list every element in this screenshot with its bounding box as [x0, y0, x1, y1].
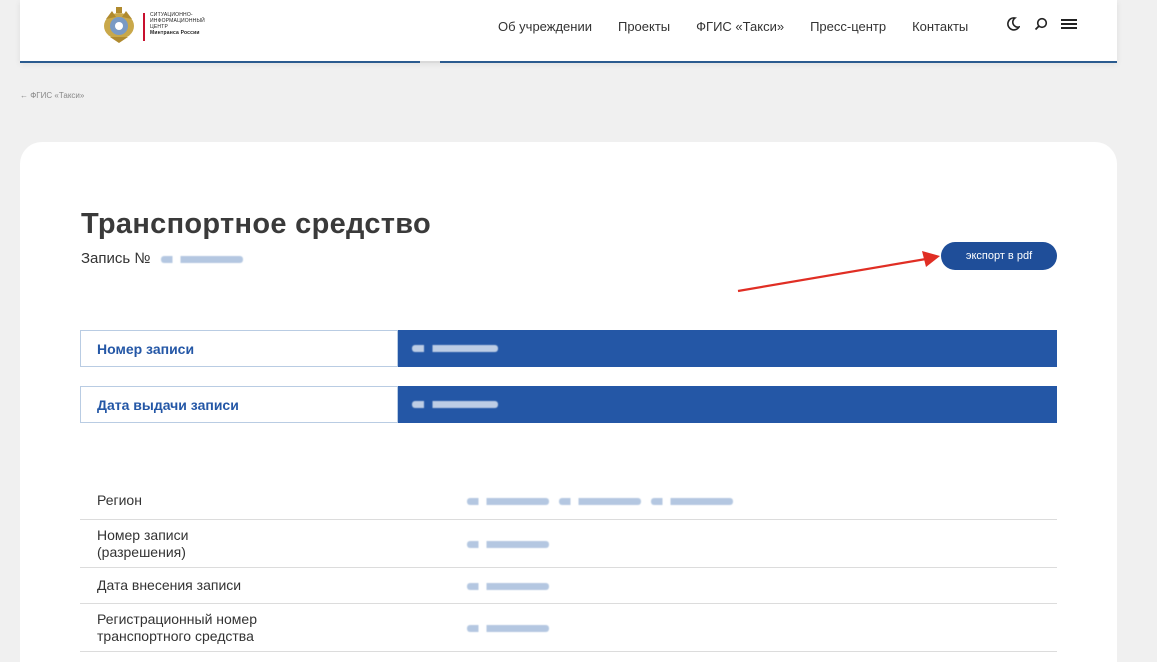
table-row: Номер записи (разрешения)	[80, 520, 1057, 568]
summary-row: Номер записи	[80, 330, 1057, 367]
menu-icon[interactable]	[1061, 15, 1077, 33]
row-value	[467, 578, 1057, 594]
redacted-value	[650, 498, 733, 506]
site-logo[interactable]: СИТУАЦИОННО- ИНФОРМАЦИОННЫЙ ЦЕНТР Минтра…	[100, 5, 240, 45]
summary-row: Дата выдачи записи	[80, 386, 1057, 423]
search-icon[interactable]	[1033, 15, 1049, 33]
redacted-value	[558, 498, 641, 506]
nav-fgis-taxi[interactable]: ФГИС «Такси»	[696, 19, 784, 34]
redacted-value	[160, 255, 243, 263]
row-label: Номер записи (разрешения)	[97, 526, 189, 560]
nav-projects[interactable]: Проекты	[618, 19, 670, 34]
table-row: Регион	[80, 482, 1057, 520]
summary-label: Дата выдачи записи	[80, 386, 398, 423]
site-header: СИТУАЦИОННО- ИНФОРМАЦИОННЫЙ ЦЕНТР Минтра…	[20, 0, 1117, 62]
summary-label: Номер записи	[80, 330, 398, 367]
record-number: Запись №	[81, 250, 243, 267]
redacted-value	[467, 625, 549, 633]
redacted-value	[467, 583, 549, 591]
header-tools	[1005, 15, 1077, 33]
redacted-value	[412, 401, 498, 408]
summary-value	[398, 330, 1057, 367]
logo-line: Минтранса России	[150, 30, 200, 36]
table-row: Регистрационный номер транспортного сред…	[80, 604, 1057, 652]
logo-divider	[143, 13, 145, 41]
table-row: Дата внесения записи	[80, 568, 1057, 604]
page-title: Транспортное средство	[81, 208, 432, 240]
breadcrumb-back-link[interactable]: ← ФГИС «Такси»	[20, 91, 84, 100]
row-value	[467, 620, 1057, 636]
nav-about[interactable]: Об учреждении	[498, 19, 592, 34]
export-pdf-button[interactable]: экспорт в pdf	[941, 242, 1057, 270]
redacted-value	[467, 498, 549, 506]
row-label: Регион	[97, 492, 142, 508]
nav-contacts[interactable]: Контакты	[912, 19, 968, 34]
logo-text: СИТУАЦИОННО- ИНФОРМАЦИОННЫЙ ЦЕНТР Минтра…	[150, 12, 240, 36]
annotation-arrow-icon	[737, 251, 940, 293]
row-label: Регистрационный номер транспортного сред…	[97, 610, 257, 644]
row-value	[467, 493, 1057, 509]
details-table: Регион Номер записи (разрешения) Дата вн…	[80, 482, 1057, 652]
redacted-value	[467, 541, 549, 549]
row-label: Дата внесения записи	[97, 577, 242, 593]
row-value	[467, 536, 1057, 552]
nav-press-center[interactable]: Пресс-центр	[810, 19, 886, 34]
emblem-icon	[104, 7, 134, 43]
main-nav: Об учреждении Проекты ФГИС «Такси» Пресс…	[498, 17, 968, 35]
summary-value	[398, 386, 1057, 423]
redacted-value	[412, 345, 498, 352]
moon-icon[interactable]	[1005, 15, 1021, 33]
header-underline	[20, 61, 1117, 63]
record-number-label: Запись №	[81, 250, 151, 267]
